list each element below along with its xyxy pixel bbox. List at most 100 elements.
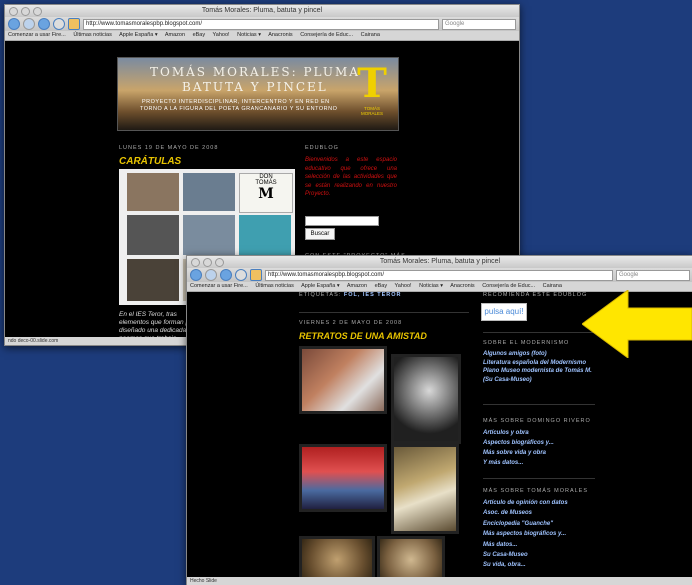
- friends-photo[interactable]: [299, 346, 387, 414]
- labels-prefix: ETIQUETAS:: [299, 292, 342, 298]
- modernismo-title: SOBRE EL MODERNISMO: [483, 340, 570, 346]
- bookmark-item[interactable]: Últimas noticias: [255, 283, 294, 289]
- header-subtitle-line2: TORNO A LA FIGURA DEL POETA GRANCANARIO …: [140, 106, 338, 112]
- bookmark-item[interactable]: Apple España ▾: [301, 283, 340, 289]
- bookmark-item[interactable]: Yahoo!: [213, 32, 230, 38]
- zoom-window-button[interactable]: [215, 258, 224, 267]
- recommend-button[interactable]: pulsa aquí!: [481, 303, 527, 321]
- header-title-line2: BATUTA Y PINCEL: [182, 80, 328, 94]
- bookmark-item[interactable]: Noticias ▾: [419, 283, 443, 289]
- desk-photo[interactable]: [391, 444, 459, 534]
- bookmark-item[interactable]: Noticias ▾: [237, 32, 261, 38]
- home-icon[interactable]: [250, 269, 262, 281]
- morales-link[interactable]: Enciclopedia "Guanche": [483, 519, 593, 529]
- modernismo-links: Algunos amigos (foto) Literatura español…: [483, 350, 593, 384]
- window-title: Tomás Morales: Pluma, batuta y pincel: [379, 258, 501, 265]
- sidebar-description: Bienvenidos a este espacio educativo que…: [305, 157, 397, 197]
- recommend-title: RECOMIENDA ESTE EDUBLOG: [483, 292, 588, 298]
- morales-link[interactable]: Su vida, obra...: [483, 560, 593, 570]
- rivero-link[interactable]: Más sobre vida y obra: [483, 448, 593, 458]
- rivero-link[interactable]: Aspectos biográficos y...: [483, 438, 593, 448]
- modernismo-link[interactable]: Literatura española del Modernismo: [483, 359, 593, 368]
- window-controls: [191, 258, 224, 267]
- morales-links: Artículo de opinión con datos Asoc. de M…: [483, 498, 593, 571]
- reload-icon[interactable]: [220, 269, 232, 281]
- post-title[interactable]: CARÁTULAS: [119, 156, 181, 167]
- arrow-shape: [582, 290, 692, 358]
- portrait-photo[interactable]: [391, 354, 461, 444]
- sidebar-divider: [483, 332, 595, 333]
- sidebar-search-input[interactable]: [305, 216, 379, 226]
- stop-icon[interactable]: [53, 18, 65, 30]
- morales-link[interactable]: Asoc. de Museos: [483, 508, 593, 518]
- home-icon[interactable]: [68, 18, 80, 30]
- front-window-titlebar[interactable]: Tomás Morales: Pluma, batuta y pincel: [187, 256, 692, 268]
- navigation-toolbar: http://www.tomasmoralespbp.blogspot.com/…: [5, 17, 519, 31]
- bookmark-item[interactable]: Anacronis: [450, 283, 474, 289]
- cd-text: M: [258, 186, 274, 202]
- rivero-link[interactable]: Y más datos...: [483, 458, 593, 468]
- minimize-window-button[interactable]: [21, 7, 30, 16]
- sidebar-title: EDUBLOG: [305, 145, 339, 151]
- address-bar[interactable]: http://www.tomasmoralespbp.blogspot.com/: [265, 269, 613, 281]
- logo-letter: T: [357, 60, 387, 107]
- morales-link[interactable]: Más datos...: [483, 540, 593, 550]
- bookmark-item[interactable]: Amazon: [165, 32, 185, 38]
- morales-link[interactable]: Artículo de opinión con datos: [483, 498, 593, 508]
- bookmark-item[interactable]: Últimas noticias: [73, 32, 112, 38]
- rivero-links: Artículos y obra Aspectos biográficos y.…: [483, 428, 593, 468]
- modernismo-link[interactable]: Plano Museo modernista de Tomás M. (Su C…: [483, 367, 593, 384]
- close-window-button[interactable]: [191, 258, 200, 267]
- blog-header-banner[interactable]: TOMÁS MORALES: PLUMA BATUTA Y PINCEL PRO…: [117, 57, 399, 131]
- window-title: Tomás Morales: Pluma, batuta y pincel: [201, 7, 323, 14]
- morales-link[interactable]: Más aspectos biográficos y...: [483, 529, 593, 539]
- bookmark-item[interactable]: Anacronis: [268, 32, 292, 38]
- bookmark-item[interactable]: Apple España ▾: [119, 32, 158, 38]
- search-button[interactable]: Buscar: [305, 228, 335, 240]
- bookmark-item[interactable]: Consejería de Educ...: [482, 283, 535, 289]
- post-date: VIERNES 2 DE MAYO DE 2008: [299, 320, 403, 326]
- bookmark-item[interactable]: Comenzar a usar Fire...: [190, 283, 248, 289]
- reload-icon[interactable]: [38, 18, 50, 30]
- forward-arrow-icon[interactable]: [205, 269, 217, 281]
- minimize-window-button[interactable]: [203, 258, 212, 267]
- forward-arrow-icon[interactable]: [23, 18, 35, 30]
- bookmark-item[interactable]: eBay: [375, 283, 388, 289]
- close-window-button[interactable]: [9, 7, 18, 16]
- post-date: LUNES 19 DE MAYO DE 2008: [119, 145, 219, 151]
- cd-cover: [239, 215, 291, 255]
- bookmarks-bar: Comenzar a usar Fire... Últimas noticias…: [5, 31, 519, 41]
- header-title-line1: TOMÁS MORALES: PLUMA: [150, 65, 360, 79]
- post-title[interactable]: RETRATOS DE UNA AMISTAD: [299, 331, 427, 341]
- bookmark-item[interactable]: Consejería de Educ...: [300, 32, 353, 38]
- bookmark-item[interactable]: Cairana: [543, 283, 562, 289]
- post-labels: ETIQUETAS: FOL, IES TEROR: [299, 292, 402, 298]
- bookmark-item[interactable]: Comenzar a usar Fire...: [8, 32, 66, 38]
- labels-value[interactable]: FOL, IES TEROR: [344, 292, 402, 298]
- group-photo[interactable]: [299, 444, 387, 512]
- navigation-toolbar: http://www.tomasmoralespbp.blogspot.com/…: [187, 268, 692, 282]
- logo-caption: TOMÁS MORALES: [360, 106, 383, 116]
- yellow-arrow-icon: [582, 290, 692, 358]
- bookmark-item[interactable]: Amazon: [347, 283, 367, 289]
- sidebar-divider: [483, 478, 595, 479]
- bookmark-item[interactable]: Yahoo!: [395, 283, 412, 289]
- search-field[interactable]: Google: [442, 18, 516, 30]
- bookmark-item[interactable]: Cairana: [361, 32, 380, 38]
- zoom-window-button[interactable]: [33, 7, 42, 16]
- header-logo: T TOMÁS MORALES: [354, 62, 390, 120]
- cd-cover: [183, 173, 235, 211]
- rivero-link[interactable]: Artículos y obra: [483, 428, 593, 438]
- stop-icon[interactable]: [235, 269, 247, 281]
- search-field[interactable]: Google: [616, 269, 690, 281]
- back-window-titlebar[interactable]: Tomás Morales: Pluma, batuta y pincel: [5, 5, 519, 17]
- morales-link[interactable]: Su Casa-Museo: [483, 550, 593, 560]
- back-arrow-icon[interactable]: [190, 269, 202, 281]
- address-bar[interactable]: http://www.tomasmoralespbp.blogspot.com/: [83, 18, 439, 30]
- rivero-title: MÁS SOBRE DOMINGO RIVERO: [483, 418, 591, 424]
- modernismo-link[interactable]: Algunos amigos (foto): [483, 350, 593, 359]
- window-controls: [9, 7, 42, 16]
- back-arrow-icon[interactable]: [8, 18, 20, 30]
- cd-cover: [127, 173, 179, 211]
- bookmark-item[interactable]: eBay: [193, 32, 206, 38]
